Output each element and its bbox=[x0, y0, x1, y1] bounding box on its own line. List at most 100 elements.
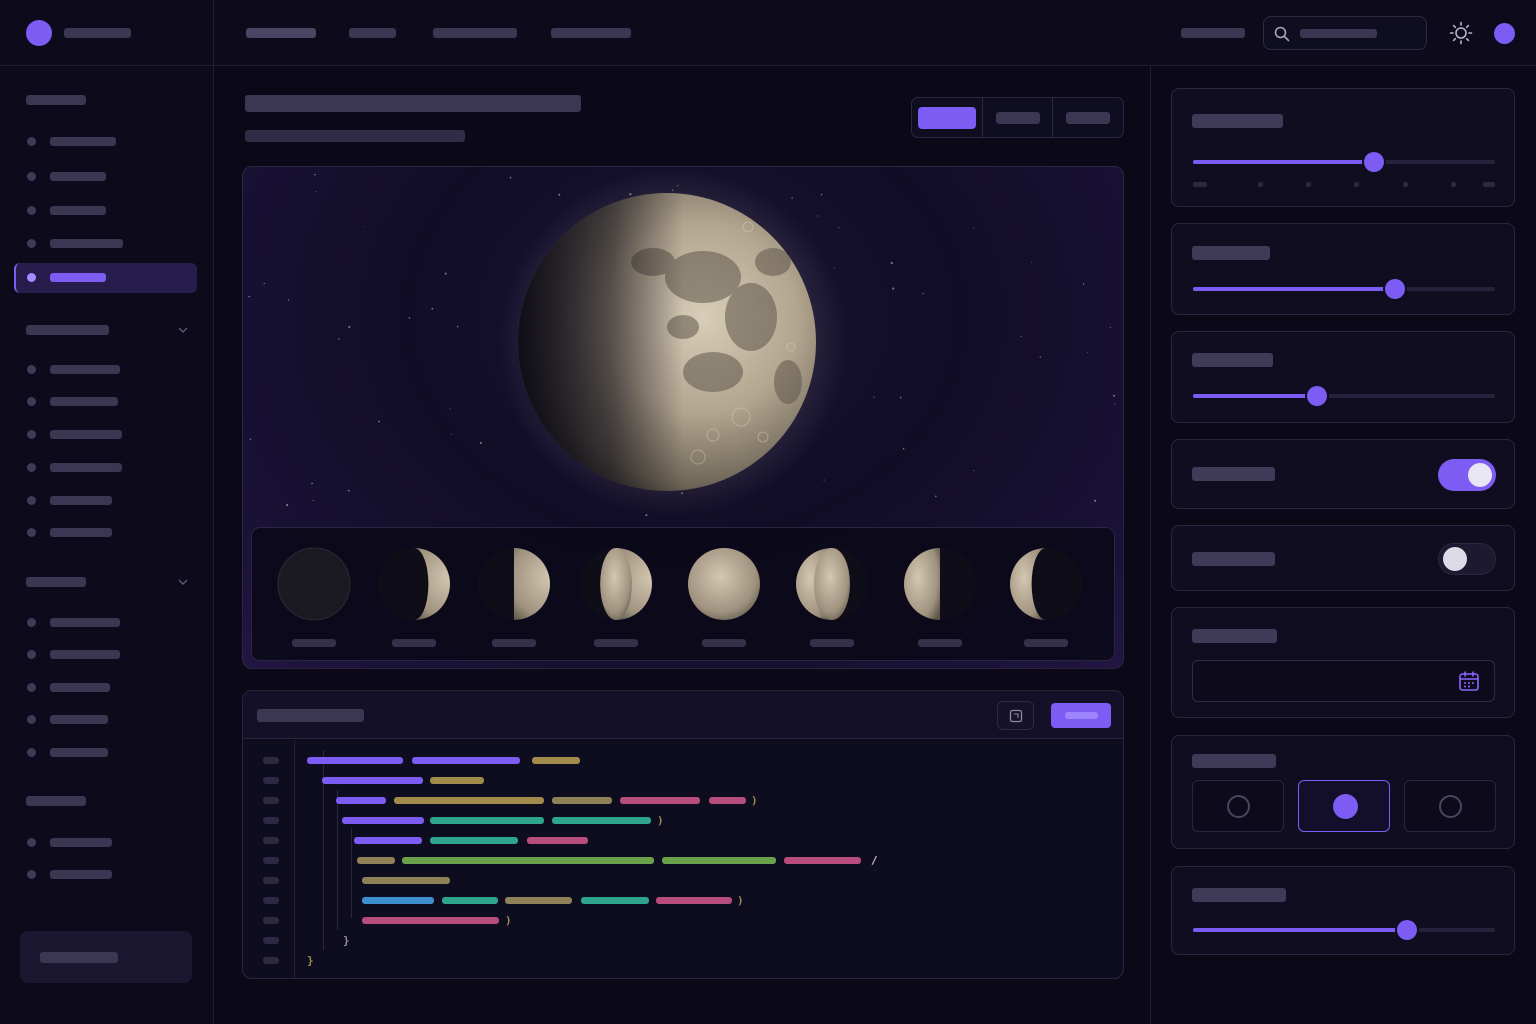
sidebar-item[interactable] bbox=[14, 518, 197, 548]
divider bbox=[213, 0, 214, 66]
sidebar-item[interactable] bbox=[14, 673, 197, 703]
moon-phase-item[interactable] bbox=[900, 546, 980, 656]
star bbox=[347, 489, 350, 492]
view-tab-3[interactable] bbox=[1053, 98, 1123, 137]
run-button[interactable] bbox=[1051, 703, 1111, 728]
avatar[interactable] bbox=[1494, 23, 1515, 44]
slider-3[interactable] bbox=[1193, 386, 1495, 406]
bullet-icon bbox=[27, 683, 36, 692]
code-token bbox=[412, 757, 520, 764]
sidebar-item[interactable] bbox=[14, 486, 197, 516]
sidebar-section-title bbox=[26, 796, 86, 806]
slider-thumb[interactable] bbox=[1306, 386, 1327, 406]
radio-circle-icon bbox=[1439, 795, 1462, 818]
sidebar-item-label bbox=[50, 838, 112, 847]
slider-2[interactable] bbox=[1193, 279, 1495, 299]
code-editor[interactable]: )) /))}} bbox=[243, 740, 1123, 978]
moon-phase-item[interactable] bbox=[374, 546, 454, 656]
theme-toggle-sun-icon[interactable] bbox=[1449, 21, 1473, 45]
code-panel-header bbox=[243, 691, 1123, 739]
slider-thumb[interactable] bbox=[1385, 279, 1406, 299]
code-token bbox=[362, 897, 434, 904]
sidebar-item[interactable] bbox=[14, 355, 197, 385]
slider-thumb[interactable] bbox=[1364, 152, 1385, 172]
sidebar-item[interactable] bbox=[14, 196, 197, 226]
view-tab-label bbox=[917, 106, 976, 129]
sidebar-item[interactable] bbox=[14, 453, 197, 483]
star bbox=[431, 307, 434, 310]
sidebar-bottom-button[interactable] bbox=[20, 931, 192, 983]
star bbox=[348, 325, 351, 328]
slider-thumb[interactable] bbox=[1397, 920, 1418, 940]
radio-option-3[interactable] bbox=[1404, 780, 1496, 832]
nav-link-1[interactable] bbox=[246, 28, 316, 38]
star bbox=[1020, 335, 1022, 338]
sidebar-item[interactable] bbox=[14, 860, 197, 890]
indent-guide bbox=[337, 790, 338, 930]
view-tab-2[interactable] bbox=[983, 98, 1054, 137]
moon-phase-item[interactable] bbox=[474, 546, 554, 656]
toggle-switch-1[interactable] bbox=[1438, 459, 1496, 491]
moon-phase-item[interactable] bbox=[1006, 546, 1086, 656]
slider-4[interactable] bbox=[1193, 920, 1495, 940]
nav-link-3[interactable] bbox=[433, 28, 517, 38]
indent-guide bbox=[351, 828, 352, 918]
sidebar-item-label bbox=[50, 430, 122, 439]
bullet-icon bbox=[27, 206, 36, 215]
moon-phase-item[interactable] bbox=[576, 546, 656, 656]
control-label bbox=[1192, 353, 1273, 367]
sidebar-item[interactable] bbox=[14, 608, 197, 638]
bullet-icon bbox=[27, 496, 36, 505]
radio-option-1[interactable] bbox=[1192, 780, 1284, 832]
sidebar-item[interactable] bbox=[14, 640, 197, 670]
star bbox=[479, 442, 482, 444]
bullet-icon bbox=[27, 463, 36, 472]
moon-phase-item[interactable] bbox=[274, 546, 354, 656]
sidebar-item-label bbox=[50, 683, 110, 692]
sidebar-item-active[interactable] bbox=[14, 263, 197, 293]
sidebar-item[interactable] bbox=[14, 828, 197, 858]
sidebar-item[interactable] bbox=[14, 162, 197, 192]
code-token bbox=[362, 917, 499, 924]
toggle-switch-2[interactable] bbox=[1438, 543, 1496, 575]
sidebar-item[interactable] bbox=[14, 229, 197, 259]
slider-card-2 bbox=[1171, 223, 1515, 315]
nav-link-2[interactable] bbox=[349, 28, 396, 38]
nav-link-4[interactable] bbox=[551, 28, 631, 38]
code-token bbox=[442, 897, 498, 904]
copy-icon bbox=[1009, 709, 1023, 723]
copy-button[interactable] bbox=[997, 701, 1034, 730]
moon-phase-item[interactable] bbox=[792, 546, 872, 656]
sidebar-item[interactable] bbox=[14, 738, 197, 768]
tick-mark bbox=[1403, 182, 1408, 187]
tick-mark bbox=[1258, 182, 1263, 187]
sidebar bbox=[0, 66, 214, 1024]
star bbox=[816, 215, 819, 217]
moon-phase-label bbox=[810, 639, 854, 647]
star bbox=[902, 447, 905, 450]
chevron-down-icon[interactable] bbox=[177, 325, 189, 335]
app-name bbox=[64, 28, 131, 38]
radio-option-2[interactable] bbox=[1298, 780, 1390, 832]
chevron-down-icon[interactable] bbox=[177, 577, 189, 587]
star bbox=[823, 479, 825, 481]
calendar-icon[interactable] bbox=[1458, 670, 1480, 692]
app-logo-icon[interactable] bbox=[26, 20, 52, 46]
view-tab-1[interactable] bbox=[912, 98, 983, 137]
code-token bbox=[656, 897, 732, 904]
moon-phase-item[interactable] bbox=[684, 546, 764, 656]
star bbox=[444, 272, 447, 275]
code-token bbox=[620, 797, 700, 804]
sidebar-item[interactable] bbox=[14, 387, 197, 417]
sidebar-item[interactable] bbox=[14, 127, 197, 157]
tick-mark bbox=[1193, 182, 1207, 187]
sidebar-item[interactable] bbox=[14, 705, 197, 735]
code-punctuation: ) bbox=[657, 814, 664, 827]
star bbox=[509, 176, 512, 179]
sidebar-item[interactable] bbox=[14, 420, 197, 450]
sidebar-item-label bbox=[50, 137, 116, 146]
search-input[interactable] bbox=[1263, 16, 1427, 50]
date-field[interactable] bbox=[1192, 660, 1495, 702]
header-link[interactable] bbox=[1181, 28, 1245, 38]
slider-1[interactable] bbox=[1193, 152, 1495, 172]
